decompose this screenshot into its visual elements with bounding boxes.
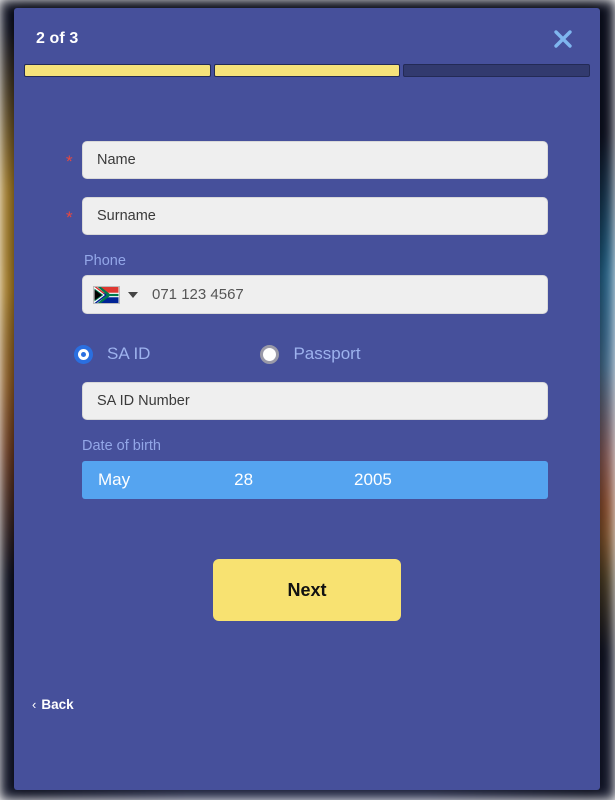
back-link[interactable]: ‹ Back [32,697,74,712]
next-button[interactable]: Next [213,559,401,621]
id-number-spacer: * [66,392,82,411]
registration-form: * * Phone [14,141,600,621]
name-field-row: * [66,141,548,179]
id-number-field-row: * [66,382,548,420]
surname-required-asterisk: * [66,207,73,227]
radio-label-passport: Passport [293,344,361,363]
phone-field-row [82,275,548,314]
radio-option-passport[interactable]: Passport [260,344,361,364]
modal-header: 2 of 3 [14,8,600,48]
progress-segment-1 [24,64,211,77]
date-of-birth-label: Date of birth [82,438,161,454]
radio-label-sa-id: SA ID [107,344,151,363]
progress-segment-3 [403,64,591,77]
back-label: Back [41,697,74,712]
chevron-left-icon: ‹ [32,697,37,712]
south-africa-flag-icon [93,285,120,304]
name-required-asterisk: * [66,151,73,171]
radio-unselected-icon[interactable] [260,344,280,364]
dob-month-value[interactable]: May [98,470,130,490]
progress-bar [22,64,592,77]
registration-modal: 2 of 3 * * Phone [14,8,600,790]
phone-label: Phone [84,253,126,269]
progress-segment-2 [213,64,401,77]
country-dropdown-chevron-down-icon[interactable] [128,291,138,298]
surname-input[interactable] [82,197,548,235]
id-type-radio-group: SA ID Passport [74,344,548,364]
step-indicator: 2 of 3 [36,30,79,47]
date-of-birth-picker[interactable]: May 28 2005 [82,461,548,499]
dob-day-value[interactable]: 28 [234,470,253,490]
id-number-input[interactable] [82,382,548,420]
name-input[interactable] [82,141,548,179]
next-button-wrap: Next [66,559,548,621]
radio-selected-icon[interactable] [74,344,93,364]
dob-year-value[interactable]: 2005 [354,470,392,490]
radio-option-sa-id[interactable]: SA ID [74,344,150,364]
phone-input[interactable] [152,286,539,303]
surname-field-row: * [66,197,548,235]
close-icon[interactable] [550,26,576,52]
